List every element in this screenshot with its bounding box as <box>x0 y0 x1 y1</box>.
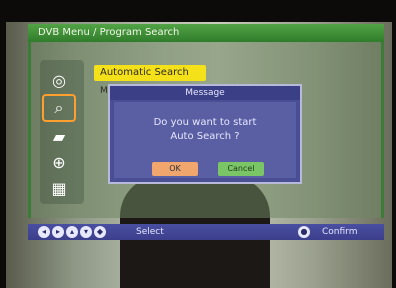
diamond-icon: ◆ <box>94 226 106 238</box>
ok-button[interactable]: OK <box>152 162 198 176</box>
left-arrow-icon: ◂ <box>38 226 50 238</box>
dialog-title: Message <box>110 86 300 100</box>
hint-confirm-label: Confirm <box>322 227 358 237</box>
hint-select-label: Select <box>136 227 164 237</box>
down-arrow-icon: ▾ <box>80 226 92 238</box>
satellite-icon[interactable]: ⊕ <box>44 150 74 174</box>
up-arrow-icon: ▴ <box>66 226 78 238</box>
cancel-button[interactable]: Cancel <box>218 162 264 176</box>
search-icon[interactable]: ⌕ <box>42 94 76 122</box>
menu-item-automatic-search[interactable]: Automatic Search <box>94 65 206 81</box>
dialog-message: Do you want to start Auto Search ? <box>114 116 296 144</box>
dialog-message-line1: Do you want to start <box>153 117 257 128</box>
dialog-message-line2: Auto Search ? <box>170 131 240 142</box>
globe-icon[interactable]: ◎ <box>44 68 74 92</box>
menu-icon-column: ◎ ⌕ ▰ ⊕ ▦ <box>40 60 84 204</box>
right-arrow-icon: ▸ <box>52 226 64 238</box>
message-dialog: Message Do you want to start Auto Search… <box>108 84 302 184</box>
menu-title: DVB Menu / Program Search <box>28 24 384 42</box>
confirm-key-icon: ● <box>298 226 310 238</box>
folder-icon[interactable]: ▰ <box>44 124 74 148</box>
dialog-body: Do you want to start Auto Search ? OK Ca… <box>114 102 296 178</box>
grid-icon[interactable]: ▦ <box>44 176 74 200</box>
hint-bar: ◂ ▸ ▴ ▾ ◆ Select ● Confirm <box>28 224 384 240</box>
navigation-keys: ◂ ▸ ▴ ▾ ◆ <box>38 226 106 238</box>
